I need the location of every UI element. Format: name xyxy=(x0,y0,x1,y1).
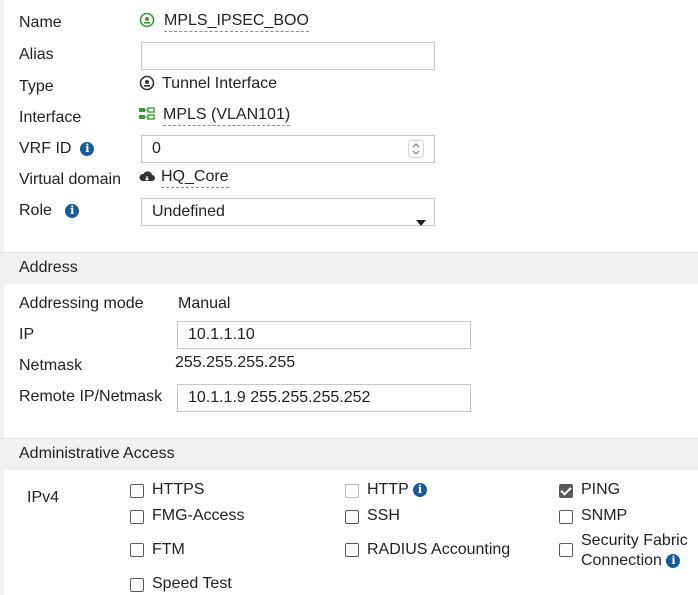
tunnel-interface-icon xyxy=(139,75,155,96)
security-fabric-label-line1: Security Fabric xyxy=(581,532,688,549)
fmg-access-checkbox[interactable] xyxy=(130,510,144,524)
ssh-checkbox[interactable] xyxy=(345,510,359,524)
tunnel-status-icon xyxy=(139,12,155,33)
http-info-icon[interactable]: i xyxy=(412,482,427,497)
radius-accounting-label: RADIUS Accounting xyxy=(367,541,511,558)
name-label: Name xyxy=(19,14,62,31)
snmp-checkbox[interactable] xyxy=(559,510,573,524)
role-select[interactable]: Undefined xyxy=(141,198,435,226)
http-label-text: HTTP xyxy=(367,481,409,498)
ipv4-label: IPv4 xyxy=(27,489,60,506)
vrf-label-text: VRF ID xyxy=(19,140,72,157)
https-label: HTTPS xyxy=(152,481,205,498)
interface-value[interactable]: MPLS (VLAN101) xyxy=(163,106,291,126)
panel-left-edge xyxy=(0,0,4,595)
netmask-label: Netmask xyxy=(19,357,83,374)
fmg-access-label: FMG-Access xyxy=(152,507,245,524)
address-section-title: Address xyxy=(19,259,78,276)
role-label: Role i xyxy=(19,202,80,220)
security-fabric-info-icon[interactable]: i xyxy=(666,553,681,568)
ip-label: IP xyxy=(19,326,35,343)
cloud-icon xyxy=(138,168,156,189)
role-info-icon[interactable]: i xyxy=(65,203,80,218)
type-value: Tunnel Interface xyxy=(162,75,278,92)
role-label-text: Role xyxy=(19,202,52,219)
security-fabric-label-line2-text: Connection xyxy=(581,552,662,569)
snmp-label: SNMP xyxy=(581,507,628,524)
radius-accounting-checkbox[interactable] xyxy=(345,543,359,557)
type-label: Type xyxy=(19,78,54,95)
vrf-info-icon[interactable]: i xyxy=(80,141,95,156)
ssh-label: SSH xyxy=(367,507,400,524)
name-value[interactable]: MPLS_IPSEC_BOO xyxy=(164,12,309,32)
speed-test-label: Speed Test xyxy=(152,575,232,592)
ping-label: PING xyxy=(581,481,621,498)
security-fabric-label-line2: Connection i xyxy=(581,552,681,570)
vdom-label: Virtual domain xyxy=(19,171,121,188)
ftm-label: FTM xyxy=(152,541,185,558)
alias-label: Alias xyxy=(19,46,54,63)
netmask-value: 255.255.255.255 xyxy=(175,354,296,371)
remote-ip-input[interactable] xyxy=(177,384,471,412)
admin-access-section-title: Administrative Access xyxy=(19,445,175,462)
ftm-checkbox[interactable] xyxy=(130,543,144,557)
interface-label: Interface xyxy=(19,109,82,126)
remote-ip-label: Remote IP/Netmask xyxy=(19,388,163,405)
http-checkbox[interactable] xyxy=(345,484,359,498)
http-label: HTTP i xyxy=(367,481,427,499)
role-selected-value: Undefined xyxy=(152,203,225,220)
speed-test-checkbox[interactable] xyxy=(130,578,144,592)
https-checkbox[interactable] xyxy=(130,484,144,498)
admin-access-section-header: Administrative Access xyxy=(0,438,698,470)
addressing-mode-label: Addressing mode xyxy=(19,295,144,312)
security-fabric-checkbox[interactable] xyxy=(559,543,573,557)
address-section-header: Address xyxy=(0,252,698,284)
ping-checkbox[interactable] xyxy=(559,484,573,498)
vrf-id-input[interactable]: 0 xyxy=(141,135,435,163)
ip-input[interactable] xyxy=(177,321,471,349)
vrf-label: VRF ID i xyxy=(19,140,95,158)
addressing-mode-value: Manual xyxy=(178,295,231,312)
vdom-value[interactable]: HQ_Core xyxy=(161,168,229,188)
alias-input[interactable] xyxy=(141,42,435,70)
chevron-down-icon xyxy=(416,209,426,235)
network-port-icon xyxy=(138,106,156,127)
vrf-id-value: 0 xyxy=(152,140,161,157)
vrf-stepper[interactable] xyxy=(408,140,424,158)
